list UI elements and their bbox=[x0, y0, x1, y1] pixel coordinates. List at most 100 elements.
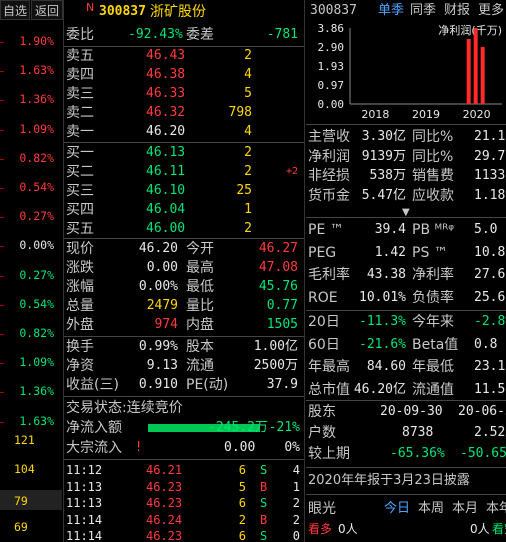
order-label: 卖三 bbox=[66, 86, 94, 102]
share-label: 股本 bbox=[186, 339, 214, 355]
tick-row[interactable]: 11:13 46.23 6 S 2 bbox=[66, 494, 302, 512]
fin-row: 毛利率 43.38 净利率 27.6 bbox=[308, 266, 506, 284]
stat-row: 涨跌 0.00 最高 47.08 bbox=[66, 259, 302, 277]
stat-value: 0.00 bbox=[146, 260, 178, 275]
order-volume: 1 bbox=[244, 202, 252, 217]
tick-volume: 6 bbox=[238, 496, 246, 510]
tab-same-quarter[interactable]: 同季 bbox=[410, 2, 436, 20]
fin-value: 10.01% bbox=[359, 289, 406, 305]
weibi-label: 委比 bbox=[66, 27, 94, 43]
share-value: 37.9 bbox=[266, 377, 298, 392]
sell-order-row[interactable]: 卖五 46.43 2 bbox=[66, 47, 302, 65]
tab-report[interactable]: 财报 bbox=[444, 2, 470, 20]
tick-side: S bbox=[260, 529, 268, 542]
sell-order-row[interactable]: 卖二 46.32 798 bbox=[66, 104, 302, 122]
axis-tick bbox=[0, 392, 4, 394]
block-label: 大宗流入 bbox=[66, 440, 122, 456]
net-profit-chart: 3.86 2.90 1.93 0.97 0.00 净利润(千万) 2018 2019 2020 bbox=[318, 22, 502, 121]
fin-value: 10.8 bbox=[474, 244, 506, 260]
fin-value: 21.1 bbox=[474, 129, 506, 144]
sell-order-row[interactable]: 卖一 46.20 4 bbox=[66, 123, 302, 141]
fin-label: 非经损 bbox=[308, 168, 350, 184]
axis-tick bbox=[0, 275, 4, 277]
axis-label: 0.27% bbox=[19, 209, 54, 224]
order-volume: 4 bbox=[244, 67, 252, 82]
tab-single-quarter[interactable]: 单季 bbox=[378, 2, 404, 20]
sell-order-row[interactable]: 卖四 46.38 4 bbox=[66, 66, 302, 84]
order-label: 卖四 bbox=[66, 67, 94, 83]
fin-label: 主营收 bbox=[308, 129, 350, 145]
sell-order-row[interactable]: 卖三 46.33 5 bbox=[66, 85, 302, 103]
order-label: 买五 bbox=[66, 221, 94, 237]
tab-more[interactable]: 更多 bbox=[478, 2, 504, 20]
tick-price: 46.23 bbox=[146, 479, 183, 494]
x-tick-label: 2018 bbox=[361, 108, 389, 121]
holder-label: 股东 bbox=[308, 404, 336, 420]
tick-volume: 6 bbox=[238, 463, 246, 477]
stock-header[interactable]: N 300837 浙矿股份 bbox=[64, 1, 304, 23]
fin-label: Beta值 bbox=[412, 336, 459, 353]
tick-row[interactable]: 11:14 46.23 6 S 0 bbox=[66, 527, 302, 542]
fin-value: 23.1 bbox=[474, 359, 506, 374]
axis-label: 1.63% bbox=[19, 63, 54, 78]
compare-1: -65.36% bbox=[390, 446, 445, 461]
fin-label: 销售费 bbox=[412, 168, 454, 184]
fin-row: 20日 -11.3% 今年来 -2.8% bbox=[308, 313, 506, 331]
share-value: 0.910 bbox=[138, 377, 178, 392]
stat-value: 0.00% bbox=[138, 279, 178, 294]
order-price: 46.10 bbox=[146, 183, 186, 198]
fin-row: 货币金 5.47亿应收款 1.18亿 bbox=[308, 187, 506, 205]
stat-label: 最高 bbox=[186, 260, 214, 276]
axis-tick bbox=[0, 363, 4, 365]
buy-order-row[interactable]: 买五 46.00 2 bbox=[66, 220, 302, 238]
fin-value: 9139万 bbox=[361, 148, 406, 164]
fin-value: 84.60 bbox=[366, 359, 406, 374]
tick-row[interactable]: 11:14 46.24 2 B 2 bbox=[66, 511, 302, 529]
stat-label: 外盘 bbox=[66, 317, 94, 333]
bullish-count: 0人 bbox=[338, 522, 358, 536]
order-label: 卖五 bbox=[66, 48, 94, 64]
order-volume: 2 bbox=[244, 48, 252, 63]
fin-value: 11.55亿 bbox=[474, 381, 506, 397]
eye-tab-year[interactable]: 本年 bbox=[486, 500, 506, 518]
y-tick-label: 0.00 bbox=[318, 98, 345, 111]
eye-tab-month[interactable]: 本月 bbox=[452, 500, 478, 518]
tick-price: 46.24 bbox=[146, 512, 183, 527]
tick-volume: 2 bbox=[238, 512, 246, 527]
order-label: 卖一 bbox=[66, 124, 94, 140]
stat-label: 今开 bbox=[186, 241, 214, 257]
profit-bar bbox=[480, 46, 485, 104]
bearish-label[interactable]: 看空 bbox=[492, 520, 506, 538]
fin-value: 5.0 bbox=[474, 222, 498, 237]
trade-status-label: 交易状态: bbox=[66, 400, 127, 416]
buy-order-row[interactable]: 买四 46.04 1 bbox=[66, 201, 302, 219]
fin-value: 1.18亿 bbox=[474, 187, 506, 203]
stat-value: 2479 bbox=[146, 298, 178, 313]
stat-row: 涨幅 0.00% 最低 45.76 bbox=[66, 278, 302, 296]
eye-tab-week[interactable]: 本周 bbox=[418, 500, 444, 518]
axis-tick bbox=[0, 129, 4, 131]
buy-order-row[interactable]: 买一 46.13 2 bbox=[66, 144, 302, 162]
stat-label: 涨跌 bbox=[66, 260, 94, 276]
y-tick-label: 1.93 bbox=[318, 60, 345, 73]
new-badge: N bbox=[86, 1, 95, 14]
order-label: 买二 bbox=[66, 164, 94, 180]
axis-tick bbox=[0, 421, 4, 423]
tick-row[interactable]: 11:12 46.21 6 S 4 bbox=[66, 461, 302, 479]
order-volume: 2 bbox=[244, 145, 252, 160]
buy-order-row[interactable]: 买三 46.10 25 bbox=[66, 182, 302, 200]
back-button[interactable]: 返回 bbox=[31, 0, 63, 20]
buy-order-row[interactable]: 买二 46.11 2 +2 bbox=[66, 163, 302, 181]
bearish-count: 0人 bbox=[470, 522, 490, 536]
compare-2: -50.65% bbox=[460, 446, 506, 461]
watchlist-tab[interactable]: 自选 bbox=[0, 0, 30, 20]
eye-tab-today[interactable]: 今日 bbox=[384, 500, 410, 518]
fin-row: PE ™ 39.4 PB ᴹᴿᵠ 5.0 bbox=[308, 221, 506, 239]
bullish-label[interactable]: 看多 bbox=[308, 520, 332, 538]
tick-row[interactable]: 11:13 46.23 5 B 1 bbox=[66, 478, 302, 496]
order-price: 46.13 bbox=[146, 145, 186, 160]
report-notice: 2020年年报于3月23日披露 bbox=[308, 473, 470, 488]
axis-tick bbox=[0, 246, 4, 248]
fin-label: 60日 bbox=[308, 336, 340, 353]
profit-bar bbox=[473, 28, 478, 104]
